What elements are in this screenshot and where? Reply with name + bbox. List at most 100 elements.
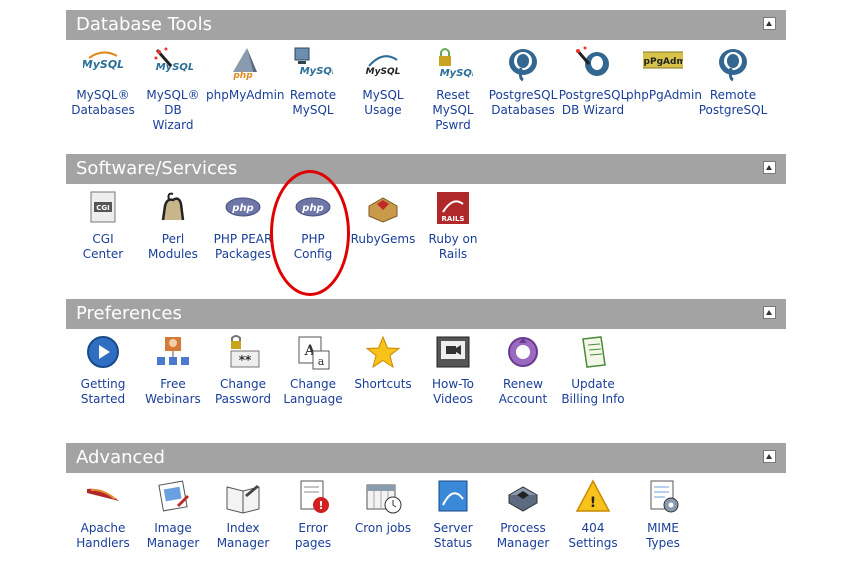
phpmyadmin-icon: php	[223, 46, 263, 82]
change-password-icon: **	[223, 335, 263, 371]
collapse-icon[interactable]	[763, 17, 776, 30]
update-billing-info-link[interactable]: Update Billing Info	[556, 335, 630, 407]
collapse-icon[interactable]	[763, 450, 776, 463]
remote-mysql-link[interactable]: MySQL Remote MySQL	[276, 46, 350, 118]
highlight-ring	[270, 170, 350, 296]
mysql-databases-link[interactable]: MySQL MySQL® Databases	[66, 46, 140, 118]
item-label: CGI Center	[82, 232, 124, 261]
mime-types-link[interactable]: MIME Types	[626, 479, 700, 551]
section-header-software-services[interactable]: Software/Services	[66, 154, 786, 184]
item-label: Index Manager	[216, 521, 270, 550]
free-webinars-link[interactable]: Free Webinars	[136, 335, 210, 407]
mime-types-icon	[643, 479, 683, 515]
process-manager-link[interactable]: Process Manager	[486, 479, 560, 551]
remote-postgresql-link[interactable]: Remote PostgreSQL	[696, 46, 770, 118]
cron-jobs-link[interactable]: Cron jobs	[346, 479, 420, 536]
mysql-usage-link[interactable]: MySQL MySQL Usage	[346, 46, 420, 118]
item-label: PostgreSQL Databases	[488, 88, 558, 117]
item-label: MySQL® DB Wizard	[146, 88, 200, 132]
ruby-on-rails-link[interactable]: RAILS Ruby on Rails	[416, 190, 490, 262]
item-label: PostgreSQL DB Wizard	[558, 88, 628, 117]
update-billing-info-icon	[573, 335, 613, 371]
image-manager-link[interactable]: Image Manager	[136, 479, 210, 551]
mysql-logo-text: MySQL	[366, 67, 401, 77]
item-label: Process Manager	[496, 521, 550, 550]
section-preferences: Preferences Getting Started Free Webinar…	[66, 299, 786, 439]
server-status-icon	[433, 479, 473, 515]
cgi-center-icon: CGI	[83, 190, 123, 226]
shortcuts-link[interactable]: Shortcuts	[346, 335, 420, 392]
item-label: Getting Started	[80, 377, 126, 406]
postgresql-databases-link[interactable]: PostgreSQL Databases	[486, 46, 560, 118]
remote-postgresql-icon	[713, 46, 753, 82]
section-title: Advanced	[76, 447, 165, 468]
item-label: Cron jobs	[354, 521, 412, 535]
section-title: Database Tools	[76, 14, 212, 35]
shortcuts-star-icon	[363, 335, 403, 371]
php-logo-text: php	[232, 71, 253, 81]
rubygems-link[interactable]: RubyGems	[346, 190, 420, 247]
perl-modules-icon	[153, 190, 193, 226]
mysql-logo-text: MySQL	[83, 58, 123, 71]
php-pear-packages-link[interactable]: php PHP PEAR Packages	[206, 190, 280, 262]
item-label: Server Status	[433, 521, 473, 550]
item-label: Remote MySQL	[289, 88, 337, 117]
index-manager-icon	[223, 479, 263, 515]
item-label: Reset MySQL Pswrd	[432, 88, 474, 132]
section-header-database-tools[interactable]: Database Tools	[66, 10, 786, 40]
collapse-icon[interactable]	[763, 161, 776, 174]
getting-started-link[interactable]: Getting Started	[66, 335, 140, 407]
item-label: phpPgAdmin	[626, 88, 702, 102]
postgresql-db-wizard-link[interactable]: PostgreSQL DB Wizard	[556, 46, 630, 118]
item-label: Perl Modules	[148, 232, 198, 261]
section-software-services: Software/Services CGI CGI Center Perl Mo…	[66, 154, 786, 294]
item-label: Free Webinars	[145, 377, 201, 406]
item-label: Update Billing Info	[561, 377, 625, 406]
item-label: Ruby on Rails	[428, 232, 478, 261]
how-to-videos-icon	[433, 335, 473, 371]
phppgadmin-logo-text: phpPgAdmin	[643, 57, 683, 67]
index-manager-link[interactable]: Index Manager	[206, 479, 280, 551]
phpmyadmin-link[interactable]: php phpMyAdmin	[206, 46, 285, 103]
phppgadmin-link[interactable]: phpPgAdmin phpPgAdmin	[626, 46, 702, 103]
item-label: Error pages	[294, 521, 332, 550]
error-pages-icon: !	[293, 479, 333, 515]
mysql-logo-text: MySQL	[156, 62, 193, 73]
item-label: Image Manager	[146, 521, 200, 550]
item-label: MIME Types	[646, 521, 680, 550]
section-database-tools: Database Tools MySQL MySQL® Databases My…	[66, 10, 786, 150]
section-advanced: Advanced Apache Handlers Image Manager I…	[66, 443, 786, 583]
change-language-link[interactable]: Aa Change Language	[276, 335, 350, 407]
svg-text:**: **	[239, 353, 252, 367]
mysql-db-wizard-link[interactable]: MySQL MySQL® DB Wizard	[136, 46, 210, 133]
rubygems-icon	[363, 190, 403, 226]
renew-account-link[interactable]: Renew Account	[486, 335, 560, 407]
section-title: Preferences	[76, 303, 182, 324]
apache-handlers-link[interactable]: Apache Handlers	[66, 479, 140, 551]
item-label: PHP PEAR Packages	[213, 232, 273, 261]
svg-text:!: !	[590, 495, 596, 511]
item-label: MySQL® Databases	[71, 88, 135, 117]
mysql-databases-icon: MySQL	[82, 46, 124, 82]
server-status-link[interactable]: Server Status	[416, 479, 490, 551]
how-to-videos-link[interactable]: How-To Videos	[416, 335, 490, 407]
perl-modules-link[interactable]: Perl Modules	[136, 190, 210, 262]
cgi-center-link[interactable]: CGI CGI Center	[66, 190, 140, 262]
mysql-usage-icon: MySQL	[363, 46, 403, 82]
mysql-logo-text: MySQL	[440, 68, 473, 79]
apache-handlers-icon	[83, 479, 123, 515]
section-header-advanced[interactable]: Advanced	[66, 443, 786, 473]
remote-mysql-icon: MySQL	[293, 46, 338, 82]
section-header-preferences[interactable]: Preferences	[66, 299, 786, 329]
free-webinars-icon	[153, 335, 193, 371]
reset-mysql-password-link[interactable]: MySQL Reset MySQL Pswrd	[416, 46, 490, 133]
change-password-link[interactable]: ** Change Password	[206, 335, 280, 407]
cron-jobs-icon	[363, 479, 403, 515]
collapse-icon[interactable]	[763, 306, 776, 319]
mysql-logo-text: MySQL	[300, 66, 333, 77]
mysql-db-wizard-icon: MySQL	[153, 46, 194, 82]
404-settings-link[interactable]: ! 404 Settings	[556, 479, 630, 551]
error-pages-link[interactable]: ! Error pages	[276, 479, 350, 551]
image-manager-icon	[153, 479, 193, 515]
process-manager-icon	[503, 479, 543, 515]
